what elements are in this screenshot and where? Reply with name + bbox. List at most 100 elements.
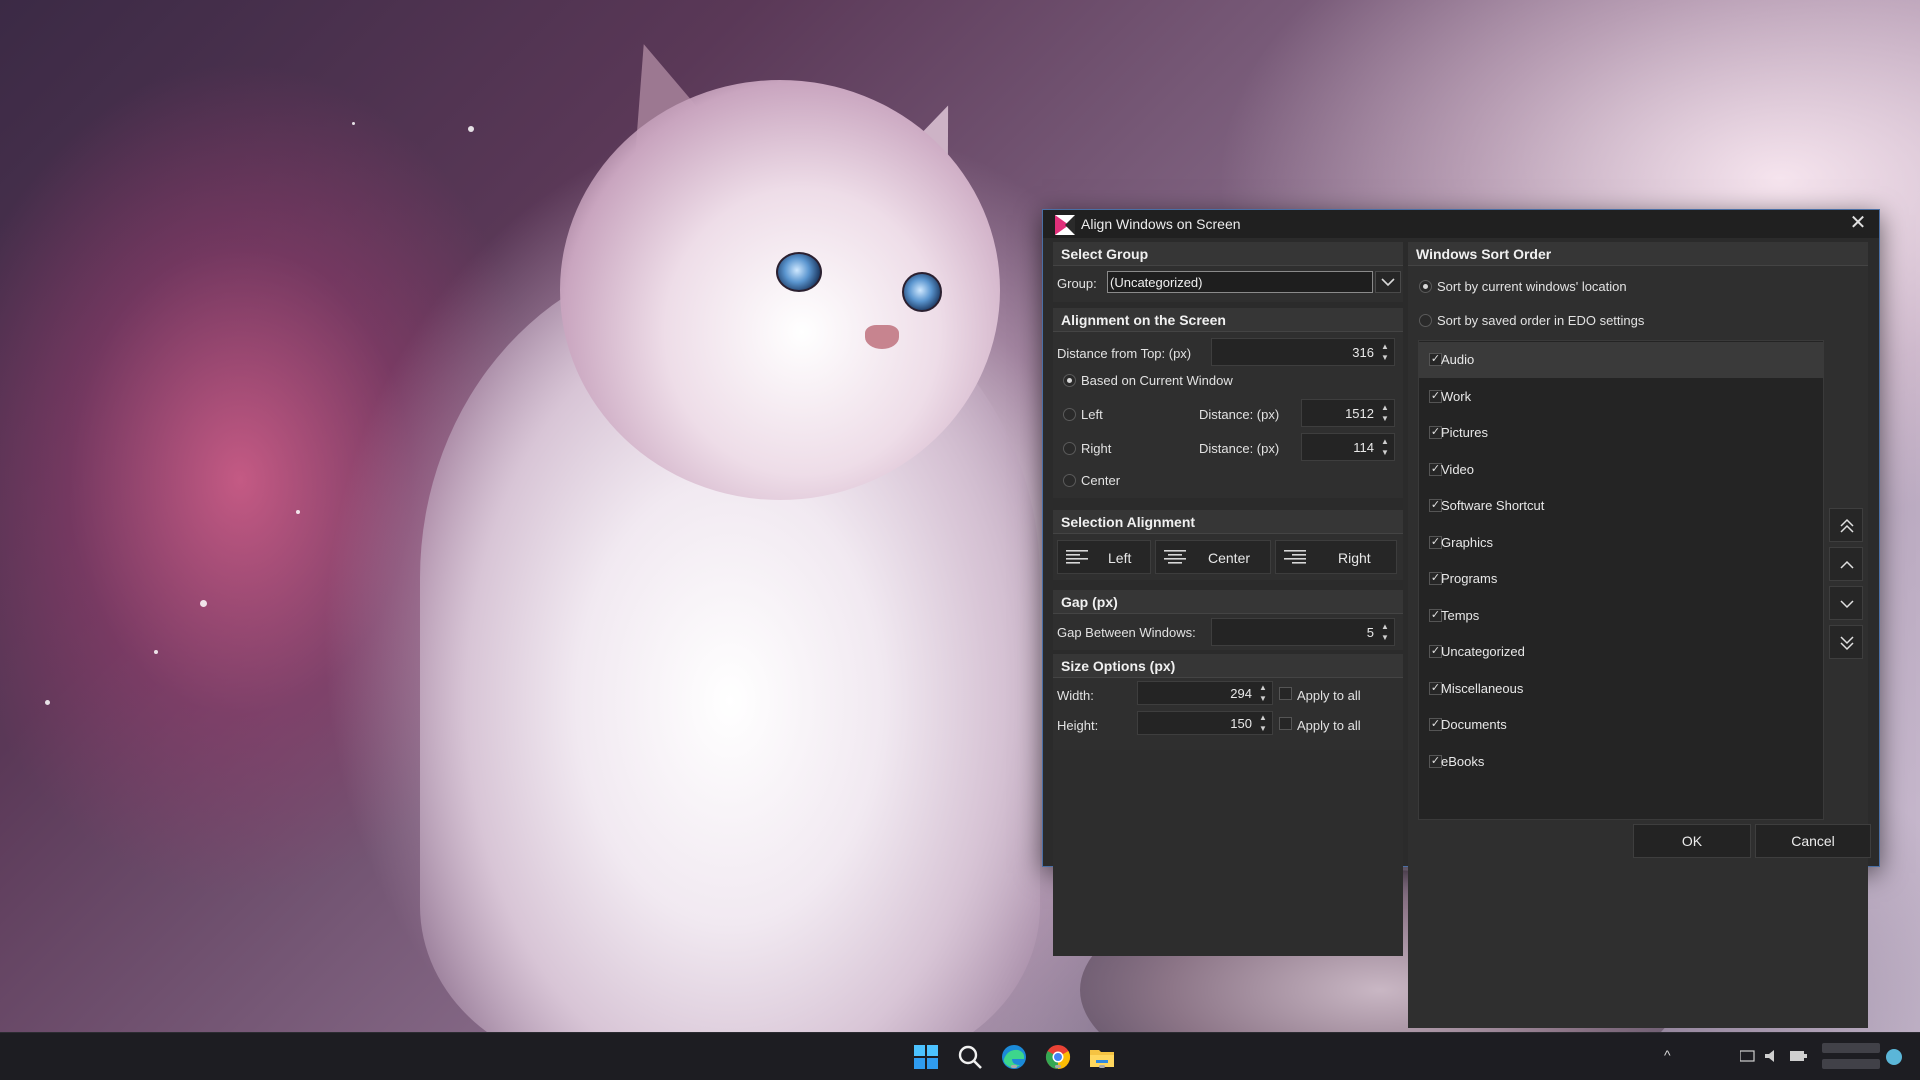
battery-icon[interactable]: [1790, 1049, 1808, 1063]
align-center-label: Center: [1208, 550, 1251, 566]
select-group-section: Group: (Uncategorized): [1053, 266, 1403, 302]
volume-icon[interactable]: [1764, 1049, 1780, 1063]
sort-list-item[interactable]: ✓ Video: [1419, 452, 1824, 488]
sort-order-list[interactable]: ✓ Audio ✓ Work ✓ Pictures ✓ Video ✓ Software Shor…: [1418, 340, 1824, 820]
sort-item-label: Audio: [1441, 352, 1475, 367]
left-distance-spinner[interactable]: 1512 ▲ ▼: [1301, 399, 1395, 427]
chrome-browser-icon[interactable]: [1044, 1043, 1072, 1071]
sort-list-item[interactable]: ✓ Pictures: [1419, 415, 1824, 451]
right-radio[interactable]: [1063, 442, 1076, 455]
move-bottom-icon: [1840, 636, 1854, 651]
sort-item-label: Software Shortcut: [1441, 498, 1545, 513]
sparkle: [468, 126, 474, 132]
tray-overflow-chevron-icon[interactable]: ^: [1664, 1047, 1671, 1063]
edge-browser-icon[interactable]: [1000, 1043, 1028, 1071]
sort-item-label: Work: [1441, 388, 1472, 404]
move-up-icon: [1840, 560, 1854, 569]
height-value: 150: [1230, 716, 1252, 731]
move-top-button[interactable]: [1829, 508, 1863, 542]
close-button[interactable]: ✕: [1841, 211, 1875, 237]
sparkle: [296, 510, 300, 514]
spinner-arrows-icon[interactable]: ▲ ▼: [1379, 621, 1391, 643]
left-column-filler: [1053, 750, 1403, 956]
height-spinner[interactable]: 150 ▲ ▼: [1137, 711, 1273, 735]
sort-list-item[interactable]: ✓ Programs: [1419, 561, 1824, 597]
right-distance-spinner[interactable]: 114 ▲ ▼: [1301, 433, 1395, 461]
align-right-label: Right: [1338, 550, 1371, 566]
width-label: Width:: [1057, 688, 1094, 703]
clock-date[interactable]: [1822, 1059, 1880, 1069]
move-up-button[interactable]: [1829, 547, 1863, 581]
align-left-label: Left: [1108, 550, 1132, 566]
notification-icon[interactable]: [1886, 1049, 1902, 1065]
network-icon[interactable]: [1740, 1049, 1756, 1063]
align-right-button[interactable]: Right: [1275, 540, 1397, 574]
alignment-section: Distance from Top: (px) 316 ▲ ▼ Based on …: [1053, 332, 1403, 498]
based-on-current-radio[interactable]: [1063, 374, 1076, 387]
sort-list-item[interactable]: ✓ Software Shortcut: [1419, 488, 1824, 524]
width-apply-all-label: Apply to all: [1297, 688, 1361, 703]
align-center-button[interactable]: Center: [1155, 540, 1271, 574]
gap-section: Gap Between Windows: 5 ▲ ▼: [1053, 614, 1403, 650]
sort-list-item[interactable]: ✓ Miscellaneous: [1419, 671, 1824, 707]
ok-button[interactable]: OK: [1633, 824, 1751, 858]
sort-item-label: eBooks: [1441, 753, 1485, 769]
wallpaper-cat-nose: [865, 325, 899, 349]
based-on-current-label: Based on Current Window: [1081, 373, 1233, 388]
move-down-button[interactable]: [1829, 586, 1863, 620]
cancel-button[interactable]: Cancel: [1755, 824, 1871, 858]
sort-location-radio[interactable]: [1419, 280, 1432, 293]
left-distance-value: 1512: [1345, 406, 1374, 421]
sparkle: [45, 700, 50, 705]
move-down-icon: [1840, 600, 1854, 609]
right-distance-value: 114: [1353, 440, 1374, 455]
group-dropdown-button[interactable]: [1375, 271, 1401, 293]
select-group-heading: Select Group: [1053, 242, 1403, 266]
spinner-arrows-icon[interactable]: ▲ ▼: [1257, 682, 1269, 704]
taskbar: ^: [0, 1032, 1920, 1080]
width-spinner[interactable]: 294 ▲ ▼: [1137, 681, 1273, 705]
alignment-heading: Alignment on the Screen: [1053, 308, 1403, 332]
spinner-arrows-icon[interactable]: ▲ ▼: [1379, 341, 1391, 363]
sort-item-label: Miscellaneous: [1441, 680, 1524, 696]
gap-heading: Gap (px): [1053, 590, 1403, 614]
sort-item-label: Uncategorized: [1441, 644, 1525, 659]
height-apply-all-label: Apply to all: [1297, 718, 1361, 733]
align-left-icon: [1066, 550, 1088, 564]
right-radio-label: Right: [1081, 441, 1112, 456]
spinner-arrows-icon[interactable]: ▲ ▼: [1379, 436, 1391, 458]
search-icon[interactable]: [956, 1043, 984, 1071]
sort-list-item[interactable]: ✓ Audio: [1419, 342, 1824, 378]
gap-label: Gap Between Windows:: [1057, 625, 1196, 640]
sparkle: [352, 122, 355, 125]
wallpaper-cat-eye-right: [902, 272, 942, 312]
left-radio[interactable]: [1063, 408, 1076, 421]
spinner-arrows-icon[interactable]: ▲ ▼: [1379, 402, 1391, 424]
left-distance-label: Distance: (px): [1199, 407, 1280, 422]
windows-start-icon[interactable]: [912, 1043, 940, 1071]
move-bottom-button[interactable]: [1829, 625, 1863, 659]
sort-list-item[interactable]: ✓ Documents: [1419, 707, 1824, 743]
spinner-arrows-icon[interactable]: ▲ ▼: [1257, 712, 1269, 734]
sort-list-item[interactable]: ✓ Work: [1419, 379, 1824, 415]
sort-saved-radio[interactable]: [1419, 314, 1432, 327]
sort-list-item[interactable]: ✓ Graphics: [1419, 525, 1824, 561]
height-apply-all-checkbox[interactable]: [1279, 717, 1292, 730]
left-radio-label: Left: [1081, 407, 1103, 422]
sort-list-item[interactable]: ✓ eBooks: [1419, 744, 1824, 780]
file-explorer-icon[interactable]: [1088, 1043, 1116, 1071]
sparkle: [200, 600, 207, 607]
sort-order-heading: Windows Sort Order: [1408, 242, 1868, 266]
gap-spinner[interactable]: 5 ▲ ▼: [1211, 618, 1395, 646]
width-apply-all-checkbox[interactable]: [1279, 687, 1292, 700]
dialog-titlebar[interactable]: Align Windows on Screen ✕: [1043, 210, 1879, 238]
center-radio[interactable]: [1063, 474, 1076, 487]
sort-list-item[interactable]: ✓ Temps: [1419, 598, 1824, 634]
sort-item-label: Graphics: [1441, 534, 1494, 550]
group-select[interactable]: (Uncategorized): [1107, 271, 1373, 293]
sort-list-item[interactable]: ✓ Uncategorized: [1419, 634, 1824, 670]
align-left-button[interactable]: Left: [1057, 540, 1151, 574]
clock-time[interactable]: [1822, 1043, 1880, 1053]
align-right-icon: [1284, 550, 1306, 564]
distance-top-spinner[interactable]: 316 ▲ ▼: [1211, 338, 1395, 366]
